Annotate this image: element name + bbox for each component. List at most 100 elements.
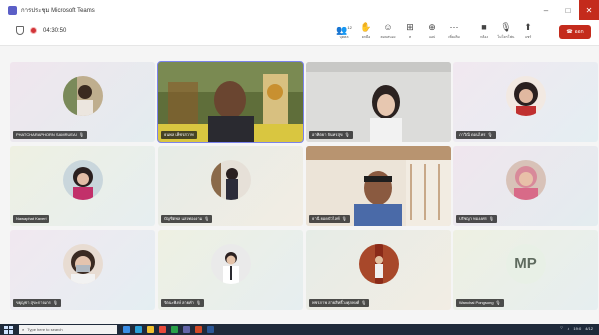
video-feed <box>158 62 303 142</box>
participant-name: บัญชิตพล แสงทองงาม <box>164 216 203 221</box>
edge-icon[interactable] <box>135 326 142 333</box>
more-label: เพิ่มเติม <box>448 35 460 39</box>
participant-name: ขยุญชา สุขะกาจเกร <box>16 300 51 305</box>
maximize-button[interactable]: □ <box>557 0 579 20</box>
mic-off-icon: 🎙 <box>195 300 202 305</box>
people-label: บุคคล <box>339 35 349 39</box>
share-button[interactable]: ⬆ แชร์ <box>517 22 539 44</box>
mic-off-icon: 🎙 <box>52 300 58 305</box>
participant-name: ธานี ยอดบัวไลท์ <box>312 216 340 221</box>
mic-off-icon: 🎙 <box>78 132 84 137</box>
participant-name-tag: รัตนะพิงษ์ ลายคำ 🎙 <box>161 299 205 307</box>
participant-tile[interactable]: MP Wanchai Pongsong 🎙 <box>453 230 598 310</box>
participant-tile[interactable]: พชรภาพ สายสิทธิ์วงศุภพงศ์ 🎙 <box>306 230 451 310</box>
teams-window: การประชุม Microsoft Teams – □ ✕ 04:30:50… <box>0 0 599 335</box>
windows-taskbar: ⌕ Type here to search ⌔ ♪ 19:0 4/12 <box>0 324 599 335</box>
chrome-icon[interactable] <box>159 326 166 333</box>
participant-name: Nawaphat Kaveri <box>16 216 47 221</box>
avatar <box>62 159 103 200</box>
participant-video[interactable]: ธานี ยอดบัวไลท์ 🎙 <box>306 146 451 226</box>
participant-video[interactable]: อาทิตยา จันทรสุข 🎙 <box>306 62 451 142</box>
more-button[interactable]: ⋯ เพิ่มเติม <box>443 22 465 44</box>
window-controls: – □ ✕ <box>535 0 599 20</box>
reactions-label: ตอบสนอง <box>380 35 396 39</box>
apps-label: แอป <box>428 35 436 39</box>
raise-hand-label: ยกมือ <box>361 35 371 39</box>
participant-tile[interactable]: ขยุญชา สุขะกาจเกร 🎙 <box>10 230 155 310</box>
rooms-label: ห <box>408 35 412 39</box>
file-explorer-icon[interactable] <box>147 326 154 333</box>
leave-button[interactable]: ☎ ออก <box>559 25 591 39</box>
participant-tile[interactable]: ภาวิณี ดอนไพร 🎙 <box>453 62 598 142</box>
teams-icon[interactable] <box>183 326 190 333</box>
participant-name-tag: Nawaphat Kaveri <box>13 215 50 223</box>
taskbar-apps <box>123 326 214 333</box>
mic-off-icon: 🎙 <box>361 300 367 305</box>
avatar <box>62 243 103 284</box>
hand-icon: ✋ <box>360 22 372 32</box>
close-button[interactable]: ✕ <box>579 0 599 20</box>
share-icon: ⬆ <box>524 22 532 32</box>
participant-tile[interactable]: ปรัชญา ทองงศร 🎙 <box>453 146 598 226</box>
participant-video-active-speaker[interactable]: ธนพล เพ็ชรสวาท <box>157 61 304 143</box>
participant-tile[interactable]: บัญชิตพล แสงทองงาม 🎙 <box>158 146 303 226</box>
people-button[interactable]: 👥12 บุคคล <box>333 22 355 44</box>
avatar <box>505 159 546 200</box>
participant-name: PHATCHARAPHORN SAMRUEAI <box>16 132 77 137</box>
task-view-icon[interactable] <box>123 326 130 333</box>
video-feed <box>306 62 451 142</box>
people-count: 12 <box>347 25 352 30</box>
wifi-icon[interactable]: ⌔ <box>560 325 564 331</box>
grid-icon: ⊞ <box>406 22 414 32</box>
camera-label: กล้อง <box>479 35 489 39</box>
minimize-button[interactable]: – <box>535 0 557 20</box>
avatar <box>505 75 546 116</box>
system-tray: ⌔ ♪ 19:0 4/12 <box>560 325 593 331</box>
initials-avatar: MP <box>505 243 546 284</box>
mic-button[interactable]: 🎙 ไมโครโฟน <box>495 22 517 44</box>
camera-button[interactable]: ■ กล้อง <box>473 22 495 44</box>
participant-name: ภาวิณี ดอนไพร <box>459 132 486 137</box>
avatar: MP <box>505 243 546 284</box>
participant-name-tag: ธานี ยอดบัวไลท์ 🎙 <box>309 215 350 223</box>
powerpoint-icon[interactable] <box>195 326 202 333</box>
participant-name-tag: พชรภาพ สายสิทธิ์วงศุภพงศ์ 🎙 <box>309 299 370 307</box>
windows-start-icon[interactable] <box>4 325 13 334</box>
participant-name-tag: PHATCHARAPHORN SAMRUEAI 🎙 <box>13 131 87 139</box>
microphone-icon: 🎙 <box>500 22 512 32</box>
excel-icon[interactable] <box>171 326 178 333</box>
reactions-button[interactable]: ☺ ตอบสนอง <box>377 22 399 44</box>
participant-name-tag: Wanchai Pongsong 🎙 <box>456 299 504 307</box>
participant-name: ปรัชญา ทองงศร <box>459 216 487 221</box>
shield-icon[interactable] <box>16 26 24 35</box>
apps-button[interactable]: ⊕ แอป <box>421 22 443 44</box>
avatar <box>210 243 251 284</box>
participant-tile[interactable]: Nawaphat Kaveri <box>10 146 155 226</box>
participant-name: อาทิตยา จันทรสุข <box>312 132 343 137</box>
mic-off-icon: 🎙 <box>495 300 501 305</box>
participant-tile[interactable]: รัตนะพิงษ์ ลายคำ 🎙 <box>158 230 303 310</box>
clock-time[interactable]: 19:0 <box>573 326 581 331</box>
meeting-toolbar: 04:30:50 👥12 บุคคล ✋ ยกมือ ☺ ตอบสนอง ⊞ ห… <box>0 20 599 46</box>
people-icon: 👥12 <box>336 25 352 35</box>
search-icon: ⌕ <box>22 327 25 332</box>
volume-icon[interactable]: ♪ <box>567 326 569 331</box>
avatar <box>62 75 103 116</box>
share-label: แชร์ <box>524 35 532 39</box>
participant-name: รัตนะพิงษ์ ลายคำ <box>164 300 194 305</box>
smiley-icon: ☺ <box>383 22 393 32</box>
phone-hangup-icon: ☎ <box>566 29 573 35</box>
mic-off-icon: 🎙 <box>487 132 493 137</box>
clock-date[interactable]: 4/12 <box>585 326 593 331</box>
mic-off-icon: 🎙 <box>341 216 347 221</box>
participant-tile[interactable]: PHATCHARAPHORN SAMRUEAI 🎙 <box>10 62 155 142</box>
word-icon[interactable] <box>207 326 214 333</box>
mic-off-icon: 🎙 <box>344 132 350 137</box>
search-placeholder: Type here to search <box>27 327 63 332</box>
taskbar-search[interactable]: ⌕ Type here to search <box>19 325 117 334</box>
recording-icon <box>30 27 37 34</box>
toolbar-divider <box>465 22 473 44</box>
rooms-button[interactable]: ⊞ ห <box>399 22 421 44</box>
mic-off-icon: 🎙 <box>204 216 210 221</box>
raise-hand-button[interactable]: ✋ ยกมือ <box>355 22 377 44</box>
